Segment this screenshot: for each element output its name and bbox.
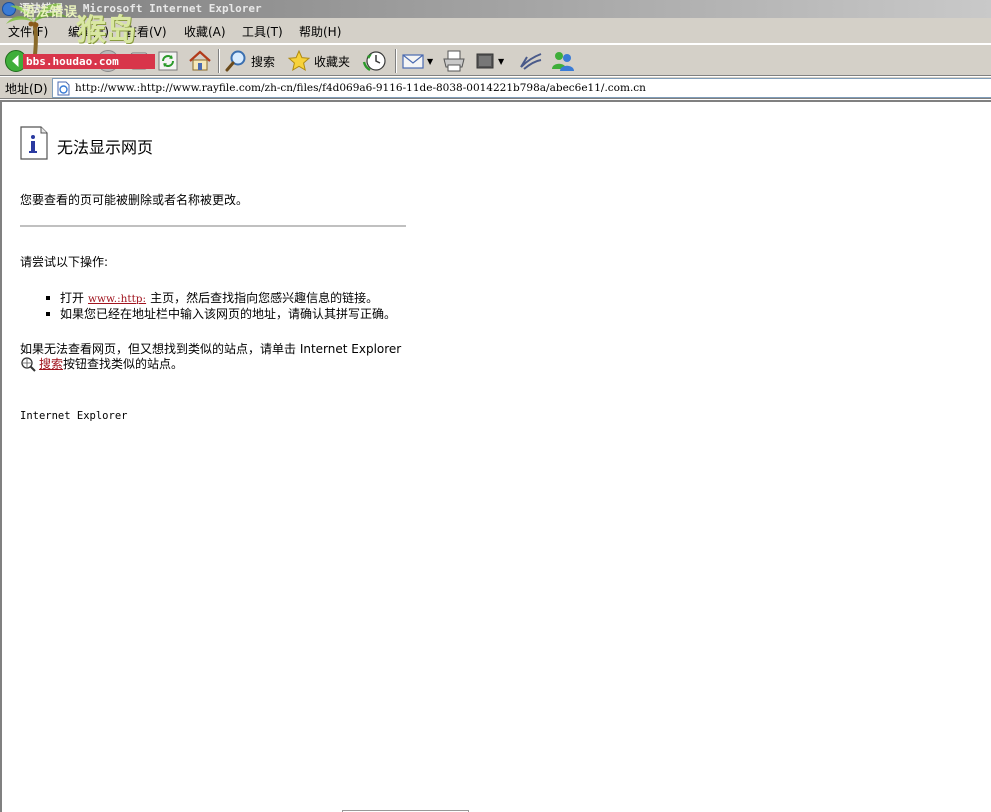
messenger-button[interactable] bbox=[550, 48, 576, 74]
info-icon bbox=[20, 126, 48, 160]
menu-edit[interactable]: 编辑(E) bbox=[68, 23, 109, 40]
home-button[interactable] bbox=[187, 48, 213, 74]
try-heading: 请尝试以下操作: bbox=[20, 255, 109, 269]
search-button[interactable]: 搜索 bbox=[224, 48, 275, 74]
forward-button[interactable] bbox=[96, 48, 120, 74]
toolbar-separator bbox=[395, 49, 397, 73]
menu-view[interactable]: 查看(V) bbox=[125, 23, 167, 40]
address-label: 地址(D) bbox=[5, 82, 48, 96]
menu-bar: 文件(F) 编辑(E) 查看(V) 收藏(A) 工具(T) 帮助(H) bbox=[0, 18, 991, 44]
address-bar: 地址(D) bbox=[0, 77, 991, 99]
edit-page-icon bbox=[476, 53, 494, 69]
history-icon bbox=[362, 51, 386, 72]
suggestion-open-suffix: 主页，然后查找指向您感兴趣信息的链接。 bbox=[150, 291, 379, 305]
back-label: 后退 bbox=[31, 54, 56, 69]
back-arrow-icon bbox=[5, 50, 27, 72]
stop-icon bbox=[130, 52, 148, 70]
favorites-button[interactable]: 收藏夹 bbox=[287, 48, 350, 74]
menu-file[interactable]: 文件(F) bbox=[8, 23, 48, 40]
edit-button[interactable]: ▼ bbox=[474, 48, 504, 74]
bullet-icon bbox=[46, 295, 50, 300]
divider bbox=[20, 225, 406, 227]
discuss-button[interactable] bbox=[518, 48, 544, 74]
discuss-icon bbox=[520, 53, 542, 70]
suggestion-item: 如果您已经在地址栏中输入该网页的地址，请确认其拼写正确。 bbox=[46, 305, 396, 322]
ie-app-icon bbox=[2, 2, 16, 16]
search-hint-suffix: 按钮查找类似的站点。 bbox=[63, 357, 184, 371]
menu-tools[interactable]: 工具(T) bbox=[242, 23, 283, 40]
title-bar: 语法错误 - Microsoft Internet Explorer bbox=[0, 0, 991, 18]
home-icon bbox=[189, 50, 211, 71]
menu-help[interactable]: 帮助(H) bbox=[299, 23, 341, 40]
window-title: 语法错误 - Microsoft Internet Explorer bbox=[19, 2, 262, 15]
messenger-icon bbox=[552, 52, 574, 71]
mail-button[interactable]: ▼ bbox=[401, 48, 433, 74]
suggestion-check-spelling: 如果您已经在地址栏中输入该网页的地址，请确认其拼写正确。 bbox=[60, 307, 397, 321]
search-globe-icon bbox=[21, 356, 36, 372]
refresh-icon bbox=[158, 51, 178, 71]
page-icon bbox=[57, 81, 70, 96]
search-hint-line2: 搜索 按钮查找类似的站点。 bbox=[20, 355, 183, 372]
print-button[interactable] bbox=[441, 48, 467, 74]
refresh-button[interactable] bbox=[157, 48, 179, 74]
search-link[interactable]: 搜索 bbox=[39, 355, 63, 372]
history-button[interactable] bbox=[362, 48, 388, 74]
address-input[interactable] bbox=[75, 79, 987, 97]
suggestion-open-prefix: 打开 bbox=[60, 291, 85, 305]
address-field[interactable] bbox=[52, 78, 991, 98]
search-label: 搜索 bbox=[251, 54, 276, 69]
edit-dropdown-icon[interactable]: ▼ bbox=[498, 57, 504, 66]
page-content: 无法显示网页 您要查看的页可能被删除或者名称被更改。 请尝试以下操作: 打开 ww… bbox=[0, 100, 991, 812]
standard-toolbar: 后退 ▼ 搜索 收藏夹 ▼ ▼ bbox=[0, 44, 991, 76]
brand-footer: Internet Explorer bbox=[20, 410, 128, 422]
suggestion-item: 打开 www.:http: 主页，然后查找指向您感兴趣信息的链接。 bbox=[46, 289, 378, 306]
printer-icon bbox=[443, 50, 465, 72]
error-description: 您要查看的页可能被删除或者名称被更改。 bbox=[20, 193, 249, 207]
mail-dropdown-icon[interactable]: ▼ bbox=[427, 57, 433, 66]
favorites-label: 收藏夹 bbox=[314, 54, 351, 69]
back-dropdown-icon[interactable]: ▼ bbox=[57, 57, 63, 66]
forward-arrow-icon bbox=[97, 50, 119, 72]
mail-icon bbox=[402, 54, 424, 69]
menu-favorites[interactable]: 收藏(A) bbox=[184, 23, 226, 40]
stop-button[interactable] bbox=[128, 48, 150, 74]
back-button[interactable]: 后退 ▼ bbox=[4, 48, 63, 74]
bullet-icon bbox=[46, 311, 50, 316]
toolbar-separator bbox=[218, 49, 220, 73]
star-icon bbox=[287, 49, 311, 72]
magnifier-icon bbox=[225, 50, 246, 72]
homepage-link[interactable]: www.:http: bbox=[88, 293, 146, 305]
error-title: 无法显示网页 bbox=[57, 138, 154, 157]
